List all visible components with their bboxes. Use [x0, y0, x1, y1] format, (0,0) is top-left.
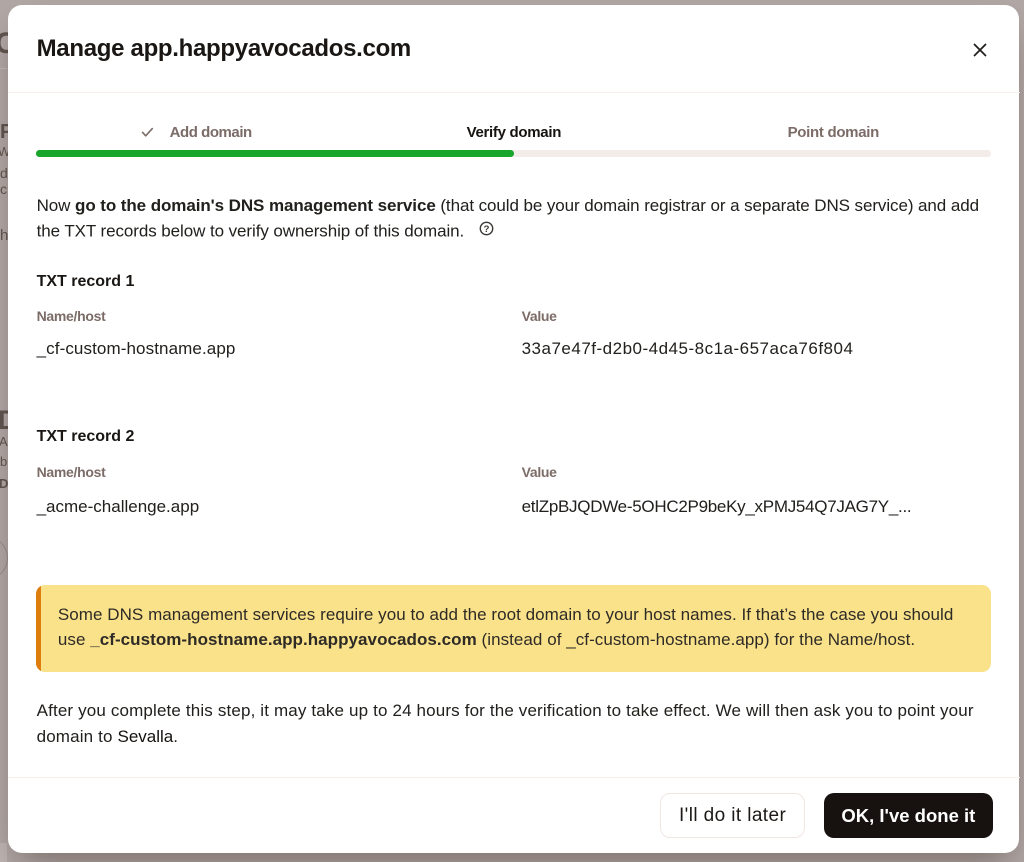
- svg-text:?: ?: [484, 224, 490, 235]
